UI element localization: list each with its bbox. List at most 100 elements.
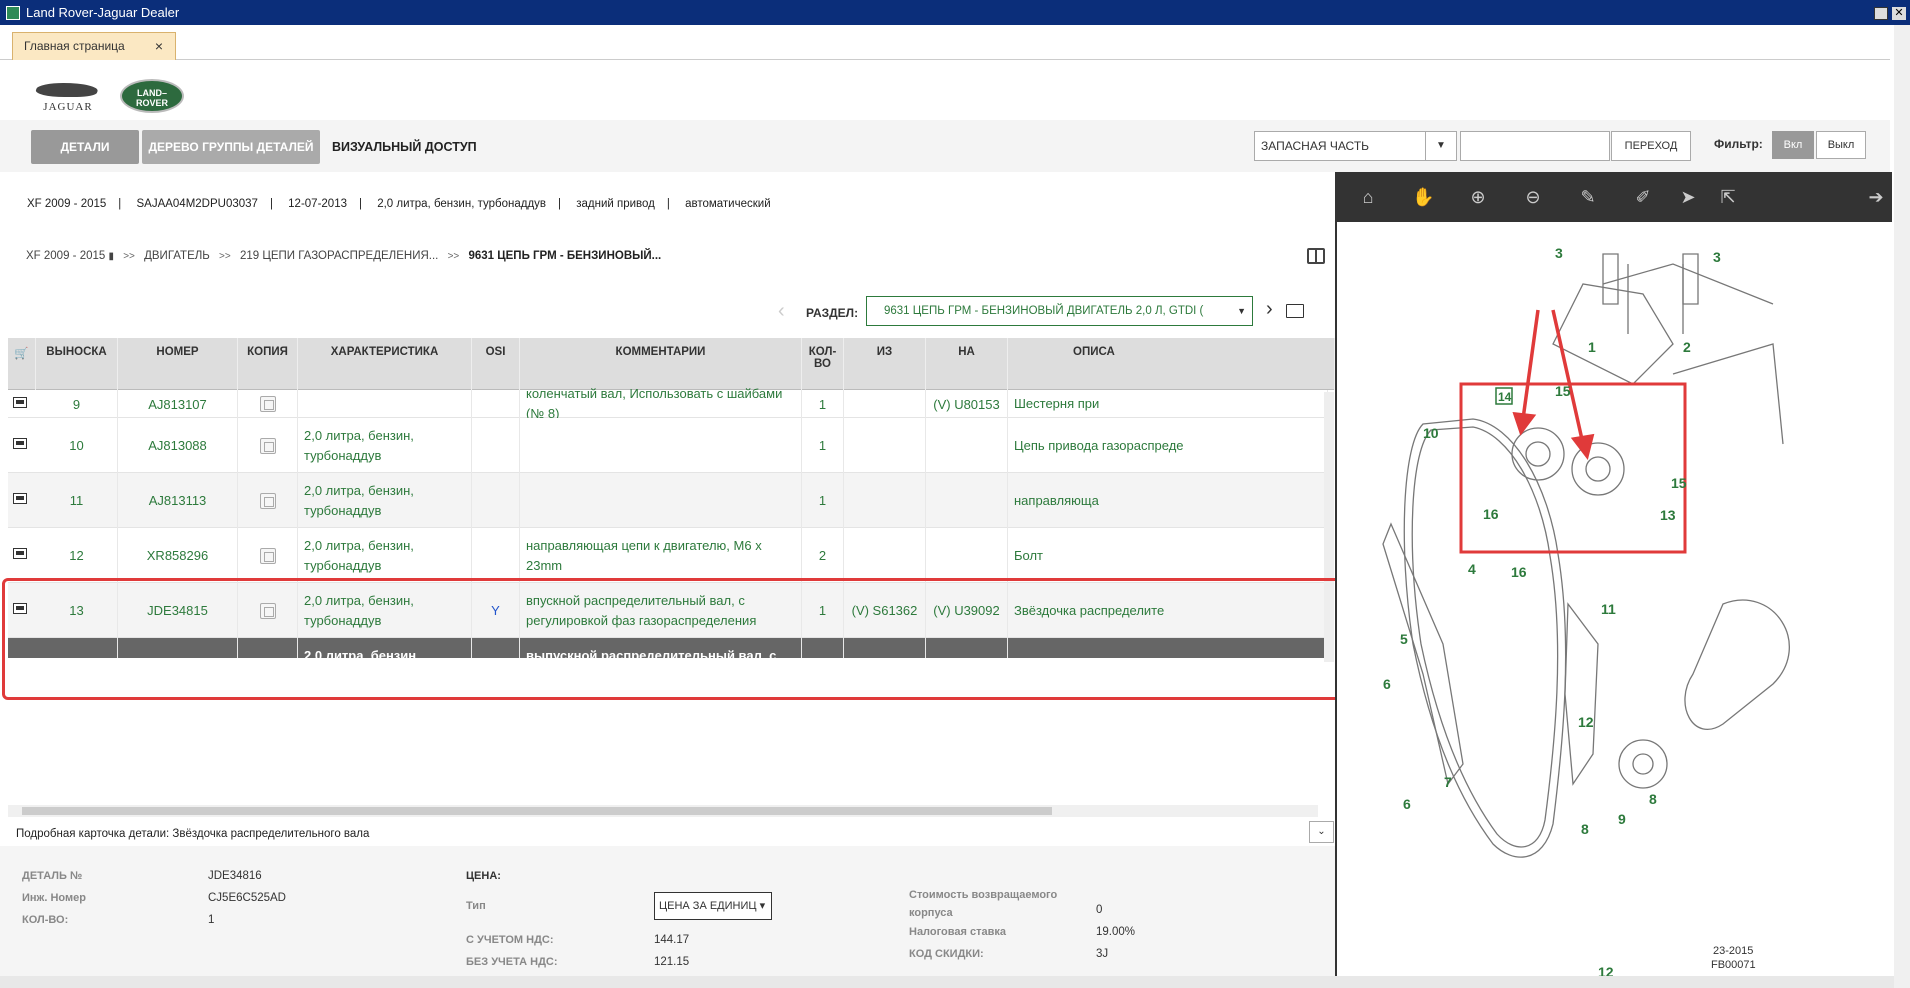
cell-from: [844, 473, 926, 528]
maximize-icon[interactable]: [1874, 7, 1888, 20]
copy-icon[interactable]: [259, 547, 276, 564]
table-row[interactable]: 12 XR858296 2,0 литра, бензин, турбонаддув…: [8, 528, 1328, 583]
window-hscrollbar[interactable]: [0, 976, 1894, 988]
close-window-icon[interactable]: ✕: [1892, 7, 1906, 20]
table-row[interactable]: 10 AJ813088 2,0 литра, бензин, турбонаддув…: [8, 418, 1328, 473]
tab-home-label: Главная страница: [24, 39, 125, 53]
col-qty[interactable]: КОЛ-ВО: [802, 338, 844, 390]
callout-11[interactable]: 11: [1601, 601, 1616, 617]
search-type-select[interactable]: ЗАПАСНАЯ ЧАСТЬ: [1254, 131, 1426, 161]
callout-7[interactable]: 7: [1444, 774, 1452, 790]
tab-home[interactable]: Главная страница ×: [12, 32, 176, 60]
prev-section-icon[interactable]: ‹: [778, 300, 785, 323]
col-description[interactable]: ОПИСА: [1008, 338, 1335, 390]
filter-label: Фильтр:: [1714, 137, 1763, 151]
callout-10[interactable]: 10: [1423, 425, 1439, 441]
vehicle-info: XF 2009 - 2015 | SAJAA04M2DPU03037 | 12-07…: [27, 198, 771, 210]
callout-3[interactable]: 3: [1555, 245, 1563, 261]
callout-6[interactable]: 6: [1403, 796, 1411, 812]
pencil-icon[interactable]: ✎: [1577, 186, 1599, 208]
callout-13[interactable]: 13: [1660, 507, 1676, 523]
table-row[interactable]: 9 AJ813107 коленчатый вал, Использовать …: [8, 386, 1328, 421]
next-section-icon[interactable]: ›: [1266, 298, 1273, 321]
filter-off-button[interactable]: Выкл: [1816, 131, 1866, 159]
tab-close-icon[interactable]: ×: [155, 33, 163, 59]
callout-2[interactable]: 2: [1683, 339, 1691, 355]
chevron-down-icon[interactable]: ▼: [1425, 131, 1457, 161]
section-label: РАЗДЕЛ:: [806, 306, 859, 320]
search-input[interactable]: [1460, 131, 1610, 161]
scroll-thumb[interactable]: [22, 807, 1052, 815]
callout-8[interactable]: 8: [1581, 821, 1589, 837]
folder-icon[interactable]: [1286, 304, 1304, 318]
cell-number[interactable]: AJ813113: [118, 473, 238, 528]
callout-12[interactable]: 12: [1578, 714, 1594, 730]
cell-copy: [238, 418, 298, 473]
cart-icon[interactable]: [13, 493, 27, 504]
pointer-icon[interactable]: ➤: [1677, 186, 1699, 208]
cell-number[interactable]: AJ813088: [118, 418, 238, 473]
callout-16[interactable]: 16: [1483, 506, 1499, 522]
callout-4[interactable]: 4: [1468, 561, 1476, 577]
zoom-in-icon[interactable]: ⊕: [1467, 186, 1489, 208]
window-vscrollbar[interactable]: [1894, 25, 1910, 988]
callout-1[interactable]: 1: [1588, 339, 1596, 355]
next-arrow-icon[interactable]: ➔: [1865, 186, 1887, 208]
callout-16[interactable]: 16: [1511, 564, 1527, 580]
cart-icon[interactable]: [13, 397, 27, 408]
table-hscrollbar[interactable]: [8, 805, 1318, 817]
section-select[interactable]: 9631 ЦЕПЬ ГРМ - БЕНЗИНОВЫЙ ДВИГАТЕЛЬ 2,0…: [866, 296, 1253, 326]
callout-5[interactable]: 5: [1400, 631, 1408, 647]
diagram-stamp-date: 23-2015: [1713, 945, 1753, 957]
tree-button[interactable]: ДЕРЕВО ГРУППЫ ДЕТАЛЕЙ: [142, 130, 320, 164]
cell-number[interactable]: XR858296: [118, 528, 238, 583]
price-type-select[interactable]: ЦЕНА ЗА ЕДИНИЦ ▾: [654, 892, 772, 920]
callout-9[interactable]: 9: [1618, 811, 1626, 827]
cart-icon[interactable]: [13, 438, 27, 449]
cell-to: [926, 528, 1008, 583]
copy-icon[interactable]: [259, 437, 276, 454]
col-copy[interactable]: КОПИЯ: [238, 338, 298, 390]
callout-6[interactable]: 6: [1383, 676, 1391, 692]
callout-14[interactable]: 14: [1498, 390, 1512, 404]
copy-icon[interactable]: [259, 492, 276, 509]
parts-diagram[interactable]: 3 3 1 2 14 15 15 10 16 16 13 4 11 5 6 12…: [1343, 224, 1892, 988]
price-without-vat: 121.15: [654, 956, 690, 968]
callout-15[interactable]: 15: [1671, 475, 1687, 491]
open-external-icon[interactable]: ⇱: [1717, 186, 1739, 208]
col-to[interactable]: НА: [926, 338, 1008, 390]
go-button[interactable]: ПЕРЕХОД: [1611, 131, 1691, 161]
col-osi[interactable]: OSI: [472, 338, 520, 390]
details-button[interactable]: ДЕТАЛИ: [31, 130, 139, 164]
callout-8[interactable]: 8: [1649, 791, 1657, 807]
col-characteristic[interactable]: ХАРАКТЕРИСТИКА: [298, 338, 472, 390]
breadcrumb-engine[interactable]: ДВИГАТЕЛЬ: [144, 250, 210, 262]
eraser-icon[interactable]: ✐: [1632, 186, 1654, 208]
vehicle-vin: SAJAA04M2DPU03037: [136, 198, 258, 210]
discount-code-value: 3J: [1096, 948, 1109, 960]
col-from[interactable]: ИЗ: [844, 338, 926, 390]
filter-on-button[interactable]: Вкл: [1772, 131, 1814, 159]
col-callout[interactable]: ВЫНОСКА: [36, 338, 118, 390]
detail-card-title: Подробная карточка детали: Звёздочка рас…: [16, 828, 370, 840]
home-icon[interactable]: ⌂: [1357, 186, 1379, 208]
pan-hand-icon[interactable]: ✋: [1412, 186, 1434, 208]
app-icon: [6, 6, 20, 20]
copy-icon[interactable]: [259, 396, 276, 412]
visual-access-link[interactable]: ВИЗУАЛЬНЫЙ ДОСТУП: [332, 130, 477, 164]
breadcrumb-timing-chains[interactable]: 219 ЦЕПИ ГАЗОРАСПРЕДЕЛЕНИЯ...: [240, 250, 438, 262]
breadcrumb-model[interactable]: XF 2009 - 2015: [26, 250, 105, 262]
split-view-icon[interactable]: [1307, 248, 1325, 264]
chevron-down-icon[interactable]: ⌄: [1309, 821, 1334, 843]
cell-desc: направляюща: [1008, 473, 1328, 528]
col-comments[interactable]: КОММЕНТАРИИ: [520, 338, 802, 390]
col-number[interactable]: НОМЕР: [118, 338, 238, 390]
table-row[interactable]: 11 AJ813113 2,0 литра, бензин, турбонаддув…: [8, 473, 1328, 528]
tab-bar: Главная страница ×: [0, 25, 1890, 60]
diagram-toolbar: ⌂ ✋ ⊕ ⊖ ✎ ✐ ➤ ⇱ ➔: [1337, 172, 1892, 222]
zoom-out-icon[interactable]: ⊖: [1522, 186, 1544, 208]
cart-icon[interactable]: [13, 548, 27, 559]
callout-3[interactable]: 3: [1713, 249, 1721, 265]
callout-15[interactable]: 15: [1555, 383, 1571, 399]
cell-qty: 1: [802, 418, 844, 473]
